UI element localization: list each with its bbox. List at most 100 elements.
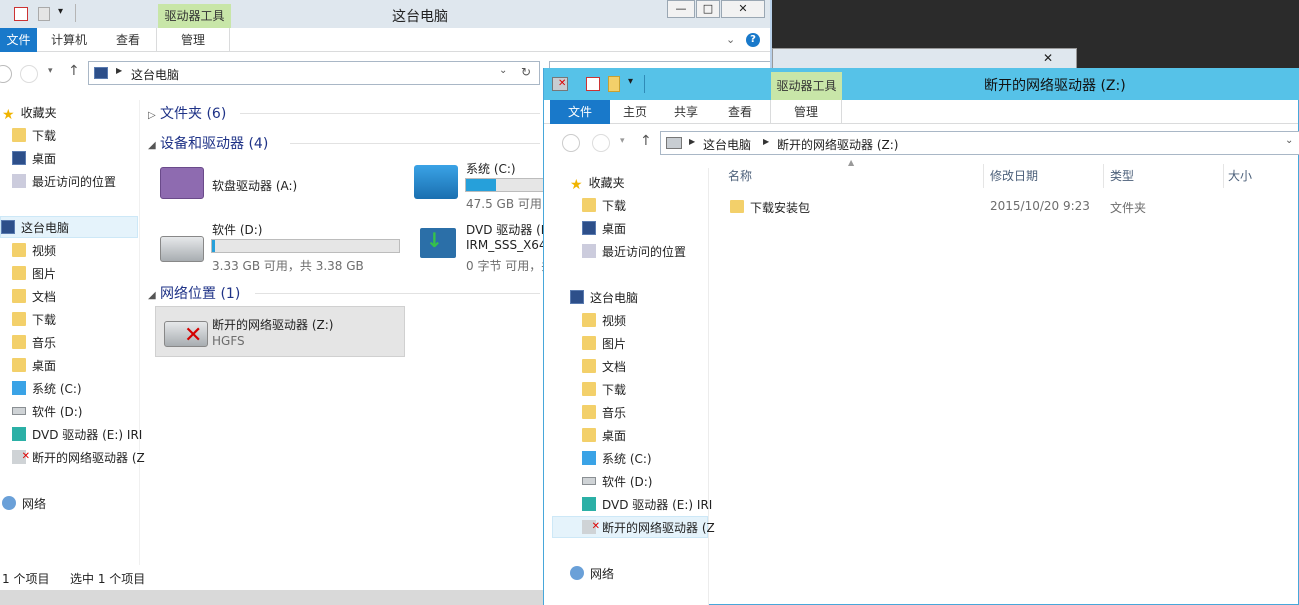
nav-drive-z[interactable]: 断开的网络驱动器 (Z: [12, 446, 145, 469]
nav-desktop-2[interactable]: 桌面: [582, 425, 626, 447]
network-drive-tile-z[interactable]: ✕ 断开的网络驱动器 (Z:) HGFS: [155, 306, 405, 357]
nav-desktop[interactable]: 桌面: [12, 148, 56, 170]
tab-file[interactable]: 文件: [550, 100, 610, 124]
close-icon[interactable]: ✕: [1043, 51, 1053, 65]
breadcrumb-network-drive[interactable]: 断开的网络驱动器 (Z:): [777, 136, 898, 153]
drive-tools-context-label: 驱动器工具: [771, 72, 842, 100]
nav-videos[interactable]: 视频: [582, 310, 626, 332]
file-row[interactable]: 下载安装包 2015/10/20 9:23 文件夹: [714, 197, 1298, 217]
tab-home[interactable]: 主页: [610, 100, 660, 124]
folder-icon: [582, 428, 596, 442]
nav-documents[interactable]: 文档: [12, 286, 56, 308]
tab-manage[interactable]: 管理: [770, 100, 842, 124]
navigation-pane: ★ 收藏夹 下载 桌面 最近访问的位置 这台电脑 视频 图片 文档 下载 音乐 桌…: [544, 168, 715, 605]
refresh-icon[interactable]: ↻: [521, 65, 531, 79]
folder-icon: [582, 382, 596, 396]
recent-places-icon: [582, 244, 596, 258]
back-button[interactable]: [0, 65, 12, 83]
nav-music[interactable]: 音乐: [12, 332, 56, 354]
tab-share[interactable]: 共享: [660, 100, 712, 124]
nav-drive-c[interactable]: 系统 (C:): [12, 378, 82, 400]
nav-recent[interactable]: 最近访问的位置: [12, 171, 116, 193]
up-arrow-icon[interactable]: ↑: [68, 63, 80, 79]
nav-pictures[interactable]: 图片: [582, 333, 626, 355]
nav-videos[interactable]: 视频: [12, 240, 56, 262]
desktop-icon: [12, 151, 26, 165]
nav-favorites[interactable]: ★ 收藏夹: [2, 102, 57, 124]
nav-drive-c[interactable]: 系统 (C:): [582, 448, 652, 470]
nav-this-pc[interactable]: 这台电脑: [0, 216, 138, 238]
breadcrumb-this-pc[interactable]: 这台电脑: [703, 136, 751, 153]
folder-icon: [12, 266, 26, 280]
column-header-date[interactable]: 修改日期: [984, 164, 1104, 188]
nav-drive-e[interactable]: DVD 驱动器 (E:) IRI: [12, 424, 142, 446]
nav-network[interactable]: 网络: [570, 563, 614, 585]
minimize-button[interactable]: —: [667, 0, 695, 18]
dvd-drive-icon: [12, 427, 26, 441]
nav-downloads[interactable]: 下载: [582, 195, 626, 217]
status-selected-count: 选中 1 个项目: [70, 572, 146, 586]
nav-downloads[interactable]: 下载: [12, 125, 56, 147]
help-icon[interactable]: ?: [746, 33, 760, 47]
column-header-type[interactable]: 类型: [1104, 164, 1224, 188]
close-button[interactable]: ✕: [721, 0, 765, 18]
column-header-size[interactable]: 大小: [1224, 164, 1298, 188]
quick-access-dropdown-icon[interactable]: ▾: [58, 6, 63, 17]
nav-drive-z[interactable]: 断开的网络驱动器 (Z: [552, 516, 715, 538]
usage-fill: [212, 240, 215, 252]
address-bar[interactable]: ▶ 这台电脑 ⌄ ↻: [88, 61, 540, 85]
nav-documents[interactable]: 文档: [582, 356, 626, 378]
nav-drive-e[interactable]: DVD 驱动器 (E:) IRI: [582, 494, 712, 516]
desktop-icon: [582, 221, 596, 235]
ribbon-expand-icon[interactable]: ⌄: [726, 33, 735, 46]
drive-free-space: 47.5 GB 可用: [466, 197, 542, 211]
recent-dropdown-icon[interactable]: ▾: [48, 66, 53, 76]
tab-view[interactable]: 查看: [102, 28, 154, 52]
nav-desktop[interactable]: 桌面: [582, 218, 626, 240]
section-folders[interactable]: ▷ 文件夹 (6): [148, 103, 226, 123]
windows-drive-icon: [12, 381, 26, 395]
title-bar[interactable]: ▾ 驱动器工具 这台电脑 — □ ✕: [0, 0, 770, 28]
forward-button[interactable]: [20, 65, 38, 83]
address-dropdown-icon[interactable]: ⌄: [1285, 135, 1293, 146]
nav-desktop-2[interactable]: 桌面: [12, 355, 56, 377]
tab-computer[interactable]: 计算机: [38, 28, 100, 52]
nav-music[interactable]: 音乐: [582, 402, 626, 424]
explorer-window-network-drive[interactable]: ✕ ▾ 驱动器工具 断开的网络驱动器 (Z:) 文件 主页 共享 查看 管理 ▾…: [543, 68, 1299, 605]
section-network-locations[interactable]: ◢ 网络位置 (1): [148, 283, 240, 303]
address-dropdown-icon[interactable]: ⌄: [499, 65, 507, 76]
nav-downloads-2[interactable]: 下载: [582, 379, 626, 401]
address-bar[interactable]: ▶ 这台电脑 ▶ 断开的网络驱动器 (Z:) ⌄: [660, 131, 1299, 155]
properties-icon[interactable]: [14, 7, 28, 21]
properties-icon[interactable]: [586, 77, 600, 91]
nav-pictures[interactable]: 图片: [12, 263, 56, 285]
tab-manage[interactable]: 管理: [156, 28, 230, 52]
new-folder-icon[interactable]: [608, 76, 620, 92]
nav-drive-d[interactable]: 软件 (D:): [12, 401, 82, 423]
up-arrow-icon[interactable]: ↑: [640, 133, 652, 149]
nav-downloads-2[interactable]: 下载: [12, 309, 56, 331]
folder-icon: [582, 405, 596, 419]
back-button[interactable]: [562, 134, 580, 152]
new-folder-icon[interactable]: [38, 7, 50, 21]
nav-recent[interactable]: 最近访问的位置: [582, 241, 686, 263]
background-window-titlebar[interactable]: ✕: [772, 48, 1077, 70]
recent-dropdown-icon[interactable]: ▾: [620, 136, 625, 146]
maximize-button[interactable]: □: [696, 0, 720, 18]
breadcrumb-this-pc[interactable]: 这台电脑: [131, 66, 179, 83]
tab-view[interactable]: 查看: [712, 100, 768, 124]
computer-icon: [570, 290, 584, 304]
drive-free-space: 3.33 GB 可用，共 3.38 GB: [212, 259, 364, 273]
nav-drive-d[interactable]: 软件 (D:): [582, 471, 652, 493]
section-devices[interactable]: ◢ 设备和驱动器 (4): [148, 133, 268, 153]
nav-this-pc[interactable]: 这台电脑: [570, 287, 638, 309]
tab-file[interactable]: 文件: [0, 28, 37, 52]
dvd-drive-icon: [582, 497, 596, 511]
quick-access-dropdown-icon[interactable]: ▾: [628, 76, 633, 87]
nav-favorites[interactable]: ★ 收藏夹: [570, 172, 625, 194]
column-header-name[interactable]: 名称: [714, 164, 984, 188]
nav-network[interactable]: 网络: [2, 493, 46, 515]
title-bar[interactable]: ✕ ▾ 驱动器工具 断开的网络驱动器 (Z:): [544, 68, 1299, 100]
forward-button[interactable]: [592, 134, 610, 152]
ribbon-tabs: 文件 主页 共享 查看 管理: [544, 100, 1298, 124]
